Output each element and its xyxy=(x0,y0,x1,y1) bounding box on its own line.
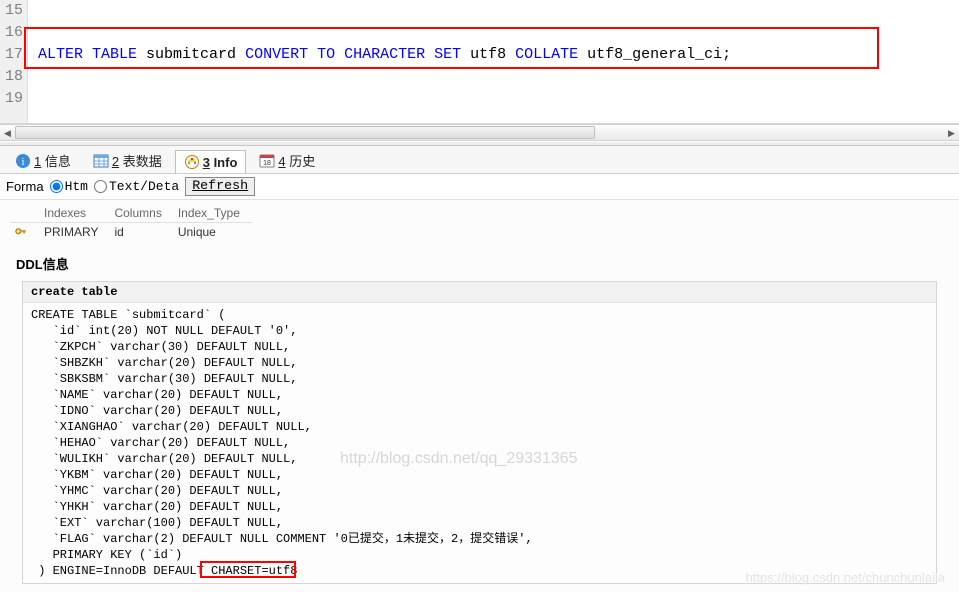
svg-text:18: 18 xyxy=(263,160,271,167)
table-header-row: Indexes Columns Index_Type xyxy=(10,204,252,223)
tab-label: 历史 xyxy=(286,154,316,169)
info-content: Indexes Columns Index_Type PRIMARY id Un… xyxy=(0,200,959,588)
sql-identifier: submitcard xyxy=(137,46,245,63)
charset-highlight-box xyxy=(200,561,296,578)
format-html-radio[interactable]: Htm xyxy=(50,179,88,194)
sql-identifier: utf8 xyxy=(461,46,515,63)
ddl-body[interactable]: CREATE TABLE `submitcard` ( `id` int(20)… xyxy=(23,303,936,583)
calendar-icon: 18 xyxy=(259,153,275,169)
ddl-section-title: DDL信息 xyxy=(16,254,949,273)
tab-accelerator: 3 xyxy=(203,155,210,170)
table-row[interactable]: PRIMARY id Unique xyxy=(10,223,252,242)
cell-index-type: Unique xyxy=(174,223,252,242)
format-label: Forma xyxy=(6,179,44,194)
format-text-radio[interactable]: Text/Deta xyxy=(94,179,179,194)
editor-horizontal-scrollbar[interactable]: ◀ ▶ xyxy=(0,124,959,141)
cell-index-columns: id xyxy=(110,223,173,242)
col-indexes: Indexes xyxy=(40,204,110,223)
tab-messages[interactable]: i 1 信息 xyxy=(6,147,80,173)
sql-keyword: ALTER TABLE xyxy=(38,46,137,63)
sql-editor: 15 16 17 18 19 ALTER TABLE submitcard CO… xyxy=(0,0,959,124)
col-indextype: Index_Type xyxy=(174,204,252,223)
sql-statement[interactable]: ALTER TABLE submitcard CONVERT TO CHARAC… xyxy=(38,44,959,66)
cell-index-name: PRIMARY xyxy=(40,223,110,242)
tab-accelerator: 2 xyxy=(112,154,119,169)
radio-input[interactable] xyxy=(94,180,107,193)
format-toolbar: Forma Htm Text/Deta Refresh xyxy=(0,174,959,200)
table-icon xyxy=(93,153,109,169)
tab-label: 表数据 xyxy=(119,154,162,169)
radio-label: Text/Deta xyxy=(109,179,179,194)
sql-identifier: utf8_general_ci xyxy=(578,46,722,63)
sql-keyword: COLLATE xyxy=(515,46,578,63)
info-badge-icon xyxy=(184,154,200,170)
tab-info[interactable]: 3 Info xyxy=(175,150,247,173)
tab-history[interactable]: 18 4 历史 xyxy=(250,147,324,173)
editor-code-area[interactable]: ALTER TABLE submitcard CONVERT TO CHARAC… xyxy=(28,0,959,123)
radio-input[interactable] xyxy=(50,180,63,193)
radio-label: Htm xyxy=(65,179,88,194)
info-blue-icon: i xyxy=(15,153,31,169)
results-tab-bar: i 1 信息 2 表数据 3 Info 18 4 历史 xyxy=(0,146,959,174)
scroll-right-arrow-icon[interactable]: ▶ xyxy=(944,125,959,142)
svg-text:i: i xyxy=(21,156,24,168)
tab-label: 信息 xyxy=(41,154,71,169)
scroll-thumb[interactable] xyxy=(15,126,595,139)
line-number: 17 xyxy=(0,44,23,66)
line-number: 15 xyxy=(0,0,23,22)
sql-terminator: ; xyxy=(722,46,731,63)
sql-keyword: CONVERT TO CHARACTER SET xyxy=(245,46,461,63)
editor-gutter: 15 16 17 18 19 xyxy=(0,0,28,123)
line-number: 18 xyxy=(0,66,23,88)
line-number: 16 xyxy=(0,22,23,44)
results-panel: i 1 信息 2 表数据 3 Info 18 4 历史 Forma Htm Te… xyxy=(0,146,959,592)
ddl-header: create table xyxy=(23,282,936,303)
scroll-left-arrow-icon[interactable]: ◀ xyxy=(0,125,15,142)
tab-tabledata[interactable]: 2 表数据 xyxy=(84,147,171,173)
line-number: 19 xyxy=(0,88,23,110)
col-columns: Columns xyxy=(110,204,173,223)
tab-accelerator: 4 xyxy=(278,154,285,169)
primary-key-icon xyxy=(14,226,28,240)
index-table: Indexes Columns Index_Type PRIMARY id Un… xyxy=(10,204,252,242)
refresh-button[interactable]: Refresh xyxy=(185,177,255,196)
tab-label: Info xyxy=(210,155,237,170)
ddl-box: create table CREATE TABLE `submitcard` (… xyxy=(22,281,937,584)
